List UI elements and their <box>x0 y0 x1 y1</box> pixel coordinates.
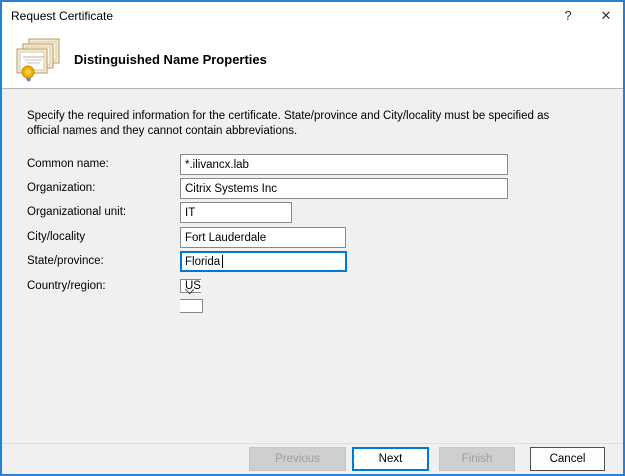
common-name-label: Common name: <box>27 154 109 175</box>
titlebar: Request Certificate ? ✕ <box>2 2 623 30</box>
common-name-field-wrap <box>180 154 508 175</box>
city-locality-label: City/locality <box>27 227 85 248</box>
help-icon[interactable]: ? <box>553 2 583 30</box>
city-locality-input[interactable] <box>180 227 346 248</box>
next-button[interactable]: Next <box>352 447 429 471</box>
instruction-line-2: official names and they cannot contain a… <box>27 124 572 139</box>
instruction-text: Specify the required information for the… <box>27 109 572 139</box>
wizard-footer: Previous Next Finish Cancel <box>2 443 623 474</box>
country-region-label: Country/region: <box>27 276 106 297</box>
close-icon[interactable]: ✕ <box>591 2 621 30</box>
city-locality-field-wrap <box>180 227 346 248</box>
request-certificate-dialog: Request Certificate ? ✕ <box>0 0 625 476</box>
cancel-button[interactable]: Cancel <box>530 447 605 471</box>
organizational-unit-input[interactable] <box>180 202 292 223</box>
state-province-input[interactable] <box>180 251 347 272</box>
organization-label: Organization: <box>27 178 95 199</box>
organization-input[interactable] <box>180 178 508 199</box>
finish-button[interactable]: Finish <box>439 447 515 471</box>
page-title: Distinguished Name Properties <box>74 30 267 88</box>
previous-button[interactable]: Previous <box>249 447 346 471</box>
window-title: Request Certificate <box>11 2 113 30</box>
country-region-select[interactable]: US <box>180 279 203 313</box>
state-province-label: State/province: <box>27 251 104 272</box>
organization-field-wrap <box>180 178 508 199</box>
instruction-line-1: Specify the required information for the… <box>27 109 572 124</box>
wizard-header: Distinguished Name Properties <box>2 30 623 89</box>
text-caret <box>222 255 223 268</box>
organizational-unit-label: Organizational unit: <box>27 202 126 223</box>
common-name-input[interactable] <box>180 154 508 175</box>
organizational-unit-field-wrap <box>180 202 292 223</box>
country-region-field-wrap: US <box>180 276 203 316</box>
certificates-icon <box>14 36 61 84</box>
wizard-content: Specify the required information for the… <box>2 89 623 443</box>
state-province-field-wrap <box>180 251 347 272</box>
